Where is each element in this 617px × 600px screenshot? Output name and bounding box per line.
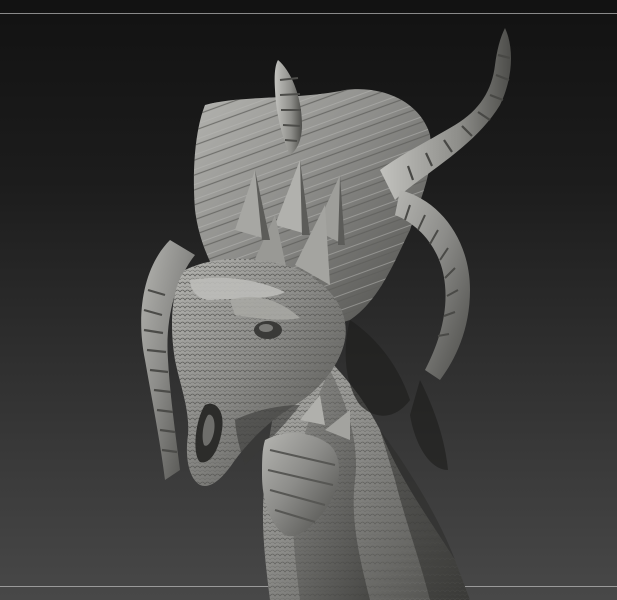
dragon-head-model[interactable]: [0, 0, 617, 600]
sculpt-viewport[interactable]: [0, 0, 617, 600]
horn-right-lower: [395, 190, 470, 380]
